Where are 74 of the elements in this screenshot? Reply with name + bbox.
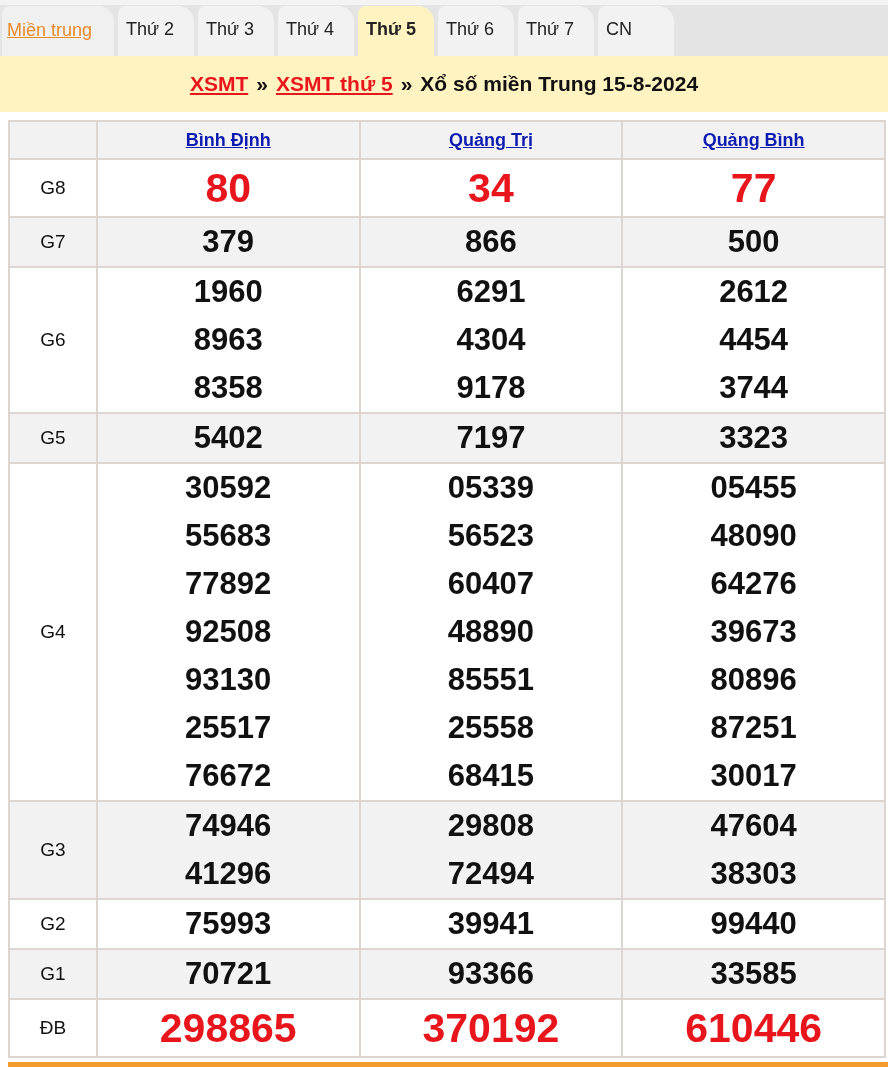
day-tab[interactable]: Thứ 2 xyxy=(118,6,195,56)
prize-number: 39941 xyxy=(446,905,535,943)
prize-number: 05339 xyxy=(446,469,535,507)
prize-number: 64276 xyxy=(709,565,798,603)
prize-number: 80896 xyxy=(709,661,798,699)
prize-number: 93130 xyxy=(184,661,273,699)
prize-number: 76672 xyxy=(184,757,273,795)
prize-number: 34 xyxy=(467,164,515,213)
prize-number: 74946 xyxy=(184,807,273,845)
day-tab[interactable]: Thứ 5 xyxy=(358,6,435,56)
prize-number: 379 xyxy=(201,223,256,261)
prize-label: G4 xyxy=(9,463,97,801)
province-link[interactable]: Bình Định xyxy=(185,129,271,150)
breadcrumb-link[interactable]: XSMT thứ 5 xyxy=(275,68,393,100)
prize-number: 60407 xyxy=(446,565,535,603)
prize-number: 72494 xyxy=(446,855,535,893)
prize-number: 29808 xyxy=(446,807,535,845)
prize-number: 48890 xyxy=(446,613,535,651)
prize-number: 30017 xyxy=(709,757,798,795)
prize-number: 77 xyxy=(729,164,778,213)
prize-number: 1960 xyxy=(192,273,264,311)
prize-number: 298865 xyxy=(158,1004,298,1053)
prize-label: G5 xyxy=(9,413,97,463)
prize-number: 05455 xyxy=(709,469,798,507)
prize-number: 2612 xyxy=(718,273,790,311)
prize-number: 38303 xyxy=(709,855,798,893)
prize-number: 93366 xyxy=(446,955,535,993)
prize-number: 33585 xyxy=(709,955,798,993)
prize-number: 68415 xyxy=(446,757,535,795)
day-tab[interactable]: Thứ 7 xyxy=(518,6,595,56)
prize-number: 70721 xyxy=(184,955,273,993)
prize-number: 47604 xyxy=(709,807,798,845)
breadcrumb-separator: » xyxy=(256,71,268,98)
prize-number: 87251 xyxy=(709,709,798,747)
prize-number: 85551 xyxy=(446,661,535,699)
prize-number: 25517 xyxy=(184,709,273,747)
prize-number: 3323 xyxy=(718,419,790,457)
prize-number: 7197 xyxy=(455,419,527,457)
breadcrumb-separator: » xyxy=(400,71,413,98)
prize-number: 80 xyxy=(204,164,252,213)
prize-number: 500 xyxy=(726,223,781,261)
prize-number: 30592 xyxy=(184,469,273,507)
prize-label: ĐB xyxy=(9,999,97,1057)
prize-label: G3 xyxy=(9,801,97,899)
prize-number: 92508 xyxy=(184,613,273,651)
province-link[interactable]: Quảng Trị xyxy=(448,129,533,150)
prize-number: 77892 xyxy=(184,565,273,603)
prize-number: 4304 xyxy=(455,321,527,359)
prize-number: 8963 xyxy=(192,321,264,359)
prize-number: 3744 xyxy=(718,369,790,407)
prize-number: 55683 xyxy=(184,517,273,555)
prize-label: G1 xyxy=(9,949,97,999)
page-title: Xổ số miền Trung 15-8-2024 xyxy=(420,71,699,98)
prize-number: 866 xyxy=(464,223,518,261)
day-tab[interactable]: Thứ 6 xyxy=(438,6,515,56)
prize-number: 41296 xyxy=(184,855,273,893)
breadcrumb-link[interactable]: XSMT xyxy=(189,68,249,100)
day-tab[interactable]: CN xyxy=(598,6,675,56)
prize-number: 6291 xyxy=(455,273,527,311)
prize-number: 56523 xyxy=(446,517,535,555)
prize-number: 4454 xyxy=(718,321,790,359)
prize-number: 610446 xyxy=(684,1004,824,1053)
prize-number: 5402 xyxy=(192,419,264,457)
prize-number: 25558 xyxy=(446,709,535,747)
prize-number: 75993 xyxy=(184,905,273,943)
day-tab[interactable]: Thứ 4 xyxy=(278,6,355,56)
prize-number: 48090 xyxy=(709,517,798,555)
prize-label: G7 xyxy=(9,217,97,267)
day-tab[interactable]: Thứ 3 xyxy=(198,6,275,56)
prize-number: 99440 xyxy=(709,905,798,943)
prize-number: 370192 xyxy=(421,1004,561,1053)
prize-number: 39673 xyxy=(709,613,798,651)
prize-number: 9178 xyxy=(455,369,527,407)
prize-number: 8358 xyxy=(192,369,264,407)
